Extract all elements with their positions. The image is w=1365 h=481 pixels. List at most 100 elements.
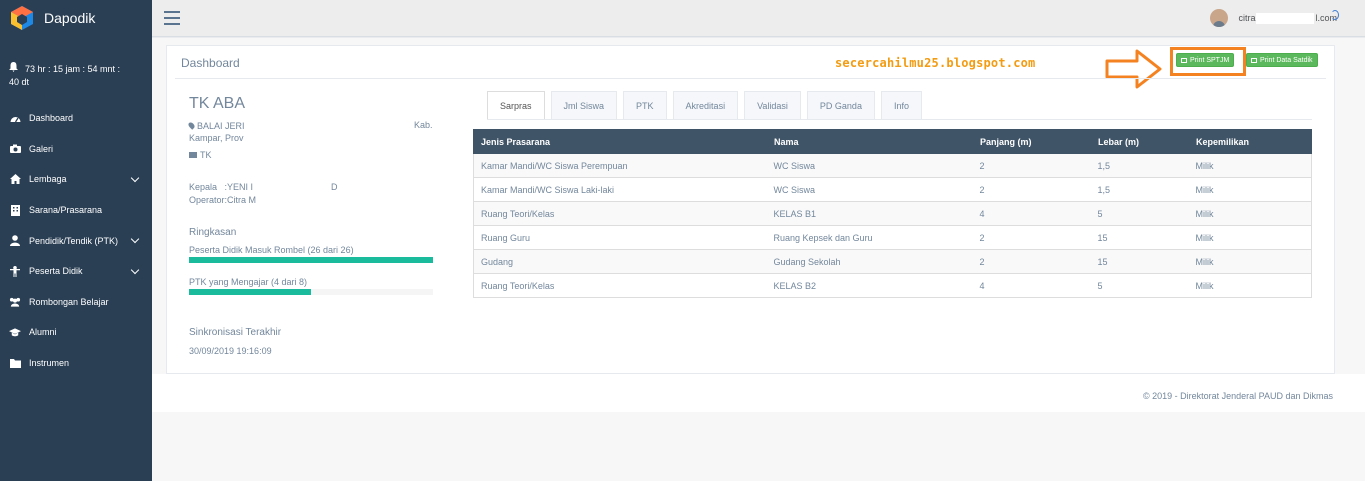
user-icon <box>9 235 21 247</box>
table-cell: 15 <box>1090 249 1189 274</box>
tab-akreditasi[interactable]: Akreditasi <box>672 91 739 119</box>
column-header[interactable]: Panjang (m) <box>972 129 1091 154</box>
tab-info[interactable]: Info <box>880 91 922 119</box>
footer-copyright: © 2019 - Direktorat Jenderal PAUD dan Di… <box>1142 391 1333 401</box>
user-email-prefix: citra <box>1238 13 1256 23</box>
table-row: Ruang Guru Ruang Kepsek dan Guru 2 15 Mi… <box>473 225 1312 250</box>
sidebar-item-rombongan-belajar[interactable]: Rombongan Belajar <box>0 287 152 318</box>
tab-validasi[interactable]: Validasi <box>744 91 801 119</box>
sidebar-item-dashboard[interactable]: Dashboard <box>0 103 152 134</box>
table-cell: 4 <box>972 201 1091 226</box>
sidebar-item-instrumen[interactable]: Instrumen <box>0 348 152 379</box>
ringkasan-title: Ringkasan <box>189 227 237 238</box>
redaction-mask <box>1256 12 1315 24</box>
dashboard-icon <box>9 112 21 124</box>
school-address: BALAI JERI Kampar, Prov <box>187 120 439 144</box>
kepala-tail: D <box>331 182 338 192</box>
graduation-cap-icon <box>9 326 21 338</box>
folder-icon <box>9 357 21 369</box>
topbar: citra l.com <box>152 0 1365 37</box>
table-cell: 2 <box>972 153 1091 178</box>
tab-jml-siswa[interactable]: Jml Siswa <box>550 91 618 119</box>
table-cell: 2 <box>972 225 1091 250</box>
table-cell: 1,5 <box>1090 153 1189 178</box>
address-kab: Kab. <box>414 120 433 130</box>
kepala-label: Kepala <box>189 182 218 192</box>
tab-ptk[interactable]: PTK <box>623 91 667 119</box>
sidebar-item-galeri[interactable]: Galeri <box>0 134 152 165</box>
users-icon <box>9 296 21 308</box>
table-cell: Milik <box>1188 273 1312 298</box>
printer-icon <box>1251 57 1257 63</box>
sync-title: Sinkronisasi Terakhir <box>189 327 282 338</box>
dapodik-logo-icon <box>8 4 36 32</box>
loading-spinner-icon <box>1331 10 1339 20</box>
address-line-1: BALAI JERI <box>197 121 245 131</box>
table-cell: WC Siswa <box>766 153 973 178</box>
sidebar-item-label: Lembaga <box>29 174 67 185</box>
sidebar-item-label: Instrumen <box>29 358 70 369</box>
sidebar-item-label: Galeri <box>29 143 54 154</box>
ringkasan-peserta-bar <box>189 257 433 263</box>
printer-icon <box>1181 57 1187 63</box>
table-cell: Ruang Guru <box>473 225 767 250</box>
sidebar-item-sarana-prasarana[interactable]: Sarana/Prasarana <box>0 195 152 226</box>
sidebar: Dapodik 73 hr : 15 jam : 54 mnt : 40 dt … <box>0 0 152 481</box>
footer: © 2019 - Direktorat Jenderal PAUD dan Di… <box>152 374 1365 412</box>
dashboard-panel: Dashboard secercahilmu25.blogspot.com Pr… <box>166 45 1335 374</box>
table-cell: KELAS B1 <box>766 201 973 226</box>
home-icon <box>9 173 21 185</box>
divider <box>175 78 1326 79</box>
progress-fill <box>189 289 311 295</box>
sidebar-item-label: Alumni <box>29 327 57 338</box>
sidebar-item-ptk[interactable]: Pendidik/Tendik (PTK) <box>0 225 152 256</box>
brand[interactable]: Dapodik <box>0 0 152 36</box>
table-cell: Milik <box>1188 249 1312 274</box>
ringkasan-peserta-label: Peserta Didik Masuk Rombel (26 dari 26) <box>189 245 354 255</box>
table-cell: Ruang Kepsek dan Guru <box>766 225 973 250</box>
watermark-text: secercahilmu25.blogspot.com <box>835 56 1036 70</box>
table-cell: Milik <box>1188 177 1312 202</box>
session-timer: 73 hr : 15 jam : 54 mnt : 40 dt <box>0 62 152 89</box>
menu-toggle-icon[interactable] <box>164 11 180 25</box>
tab-sarpras[interactable]: Sarpras <box>487 91 545 119</box>
table-cell: Ruang Teori/Kelas <box>473 273 767 298</box>
table-header-row: Jenis Prasarana Nama Panjang (m) Lebar (… <box>473 129 1312 154</box>
sidebar-item-alumni[interactable]: Alumni <box>0 317 152 348</box>
table-cell: Milik <box>1188 153 1312 178</box>
column-header[interactable]: Kepemilikan <box>1188 129 1312 154</box>
sidebar-item-lembaga[interactable]: Lembaga <box>0 164 152 195</box>
print-sptjm-button[interactable]: Print SPTJM <box>1176 53 1235 67</box>
table-cell: 15 <box>1090 225 1189 250</box>
table-cell: 5 <box>1090 273 1189 298</box>
sidebar-item-peserta-didik[interactable]: Peserta Didik <box>0 256 152 287</box>
bell-icon <box>9 62 19 76</box>
school-level-value: TK <box>200 150 212 160</box>
column-header[interactable]: Jenis Prasarana <box>473 129 767 154</box>
camera-icon <box>9 143 21 155</box>
print-satdik-label: Print Data Satdik <box>1260 56 1313 64</box>
brand-name: Dapodik <box>44 10 96 26</box>
table-cell: 5 <box>1090 201 1189 226</box>
map-marker-icon <box>187 121 196 130</box>
timer-line-2: 40 dt <box>9 77 30 87</box>
table-row: Kamar Mandi/WC Siswa Laki-laki WC Siswa … <box>473 177 1312 202</box>
column-header[interactable]: Nama <box>766 129 973 154</box>
operator-label: Operator: <box>189 195 228 205</box>
user-menu[interactable]: citra l.com <box>1210 9 1337 27</box>
column-header[interactable]: Lebar (m) <box>1090 129 1189 154</box>
user-email: citra l.com <box>1238 12 1337 24</box>
arrow-right-icon <box>1105 49 1162 89</box>
timer-line-1: 73 hr : 15 jam : 54 mnt : <box>25 64 121 74</box>
operator-row: Operator:Citra M <box>189 195 256 205</box>
print-data-satdik-button[interactable]: Print Data Satdik <box>1246 53 1318 67</box>
table-cell: Gudang Sekolah <box>766 249 973 274</box>
tab-pd-ganda[interactable]: PD Ganda <box>806 91 875 119</box>
tab-divider <box>487 119 1312 120</box>
building-icon <box>9 204 21 216</box>
table-row: Ruang Teori/Kelas KELAS B2 4 5 Milik <box>473 273 1312 298</box>
kepala-row: Kepala :YENI I <box>189 182 253 192</box>
page-title: Dashboard <box>181 56 240 70</box>
chevron-down-icon <box>130 173 140 183</box>
table-cell: Ruang Teori/Kelas <box>473 201 767 226</box>
